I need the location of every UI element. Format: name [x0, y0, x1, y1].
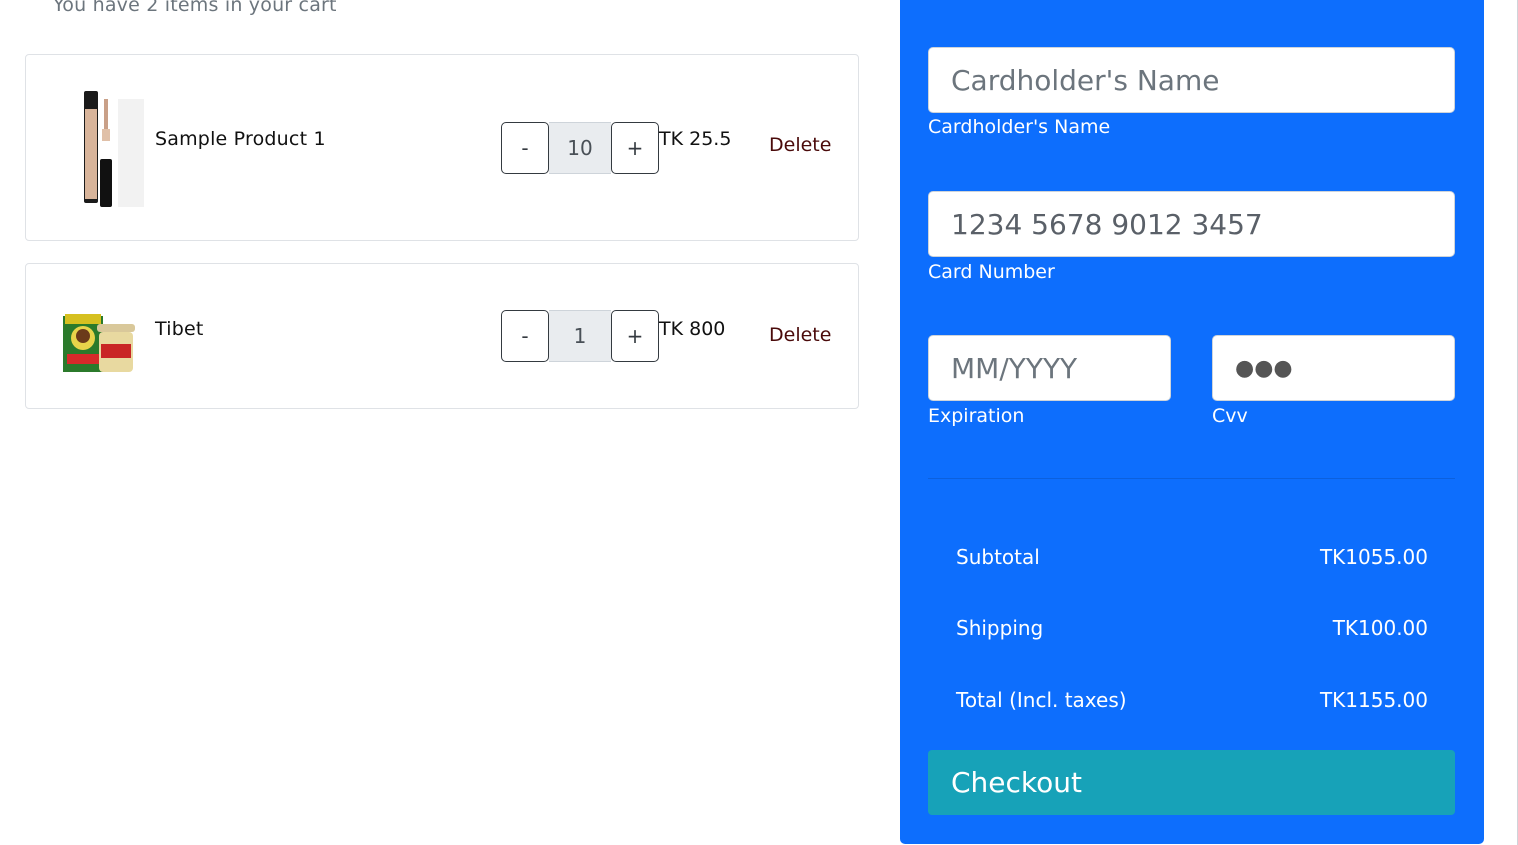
- expiration-label: Expiration: [928, 405, 1025, 427]
- total-value: TK1155.00: [1319, 688, 1428, 712]
- product-name: Tibet: [155, 318, 204, 340]
- cart-subtitle: You have 2 items in your cart: [53, 0, 337, 16]
- total-row: Total (Incl. taxes) TK1155.00: [956, 688, 1428, 712]
- increase-quantity-button[interactable]: +: [611, 310, 659, 362]
- checkout-page: You have 2 items in your cart Sample Pro…: [0, 0, 1518, 845]
- shipping-label: Shipping: [956, 616, 1044, 640]
- decrease-quantity-button[interactable]: -: [501, 310, 549, 362]
- concealer-product-image: [84, 91, 144, 207]
- payment-panel: Cardholder's Name Cardholder's Name 1234…: [900, 0, 1484, 844]
- delete-item-button[interactable]: Delete: [769, 134, 831, 156]
- tibet-product-image: [63, 314, 135, 372]
- card-number-input[interactable]: 1234 5678 9012 3457: [928, 191, 1455, 257]
- quantity-value[interactable]: 1: [549, 310, 611, 362]
- cardholder-name-label: Cardholder's Name: [928, 116, 1111, 138]
- cart-item: Tibet - 1 + TK 800 Delete: [25, 263, 859, 409]
- subtotal-label: Subtotal: [956, 545, 1040, 569]
- cardholder-name-input[interactable]: Cardholder's Name: [928, 47, 1455, 113]
- quantity-stepper: - 10 +: [501, 122, 659, 174]
- quantity-stepper: - 1 +: [501, 310, 659, 362]
- expiration-input[interactable]: MM/YYYY: [928, 335, 1171, 401]
- quantity-value[interactable]: 10: [549, 122, 611, 174]
- cvv-label: Cvv: [1212, 405, 1248, 427]
- item-price: TK 25.5: [659, 128, 732, 150]
- total-label: Total (Incl. taxes): [956, 688, 1127, 712]
- card-number-label: Card Number: [928, 261, 1055, 283]
- increase-quantity-button[interactable]: +: [611, 122, 659, 174]
- divider: [928, 478, 1455, 479]
- checkout-button[interactable]: Checkout: [928, 750, 1455, 815]
- shipping-value: TK100.00: [1332, 616, 1428, 640]
- item-price: TK 800: [659, 318, 726, 340]
- subtotal-value: TK1055.00: [1319, 545, 1428, 569]
- subtotal-row: Subtotal TK1055.00: [956, 545, 1428, 569]
- cart-item: Sample Product 1 - 10 + TK 25.5 Delete: [25, 54, 859, 241]
- decrease-quantity-button[interactable]: -: [501, 122, 549, 174]
- product-name: Sample Product 1: [155, 128, 326, 150]
- shipping-row: Shipping TK100.00: [956, 616, 1428, 640]
- cvv-input[interactable]: ●●●: [1212, 335, 1455, 401]
- delete-item-button[interactable]: Delete: [769, 324, 831, 346]
